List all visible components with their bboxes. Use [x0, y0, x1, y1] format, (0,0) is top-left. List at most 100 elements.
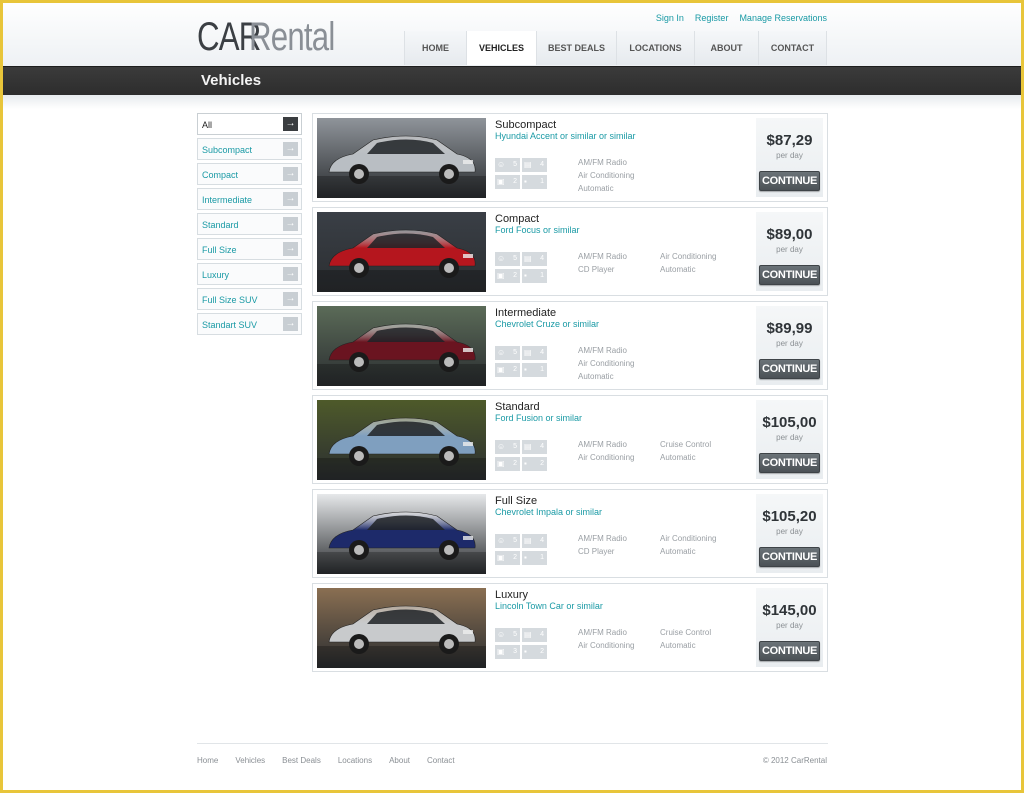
sidebar-item-all[interactable]: All → [197, 113, 302, 135]
sidebar-item-full-size-suv[interactable]: Full Size SUV → [197, 288, 302, 310]
register-link[interactable]: Register [695, 13, 729, 23]
spec-large-bags: ▣ 3 [495, 645, 520, 659]
price-unit: per day [776, 621, 803, 630]
vehicle-model-link[interactable]: Lincoln Town Car or similar [495, 601, 603, 611]
continue-button[interactable]: CONTINUE [759, 641, 820, 661]
spec-doors: ▤ 4 [522, 252, 547, 266]
continue-button[interactable]: CONTINUE [759, 265, 820, 285]
spec-value: 5 [513, 443, 517, 450]
sign-in-link[interactable]: Sign In [656, 13, 684, 23]
sidebar-item-label: Standart SUV [202, 320, 258, 330]
logo-part2: Rental [249, 15, 335, 59]
door-icon: ▤ [524, 160, 532, 169]
car-image-icon [317, 306, 486, 386]
vehicle-card: Luxury Lincoln Town Car or similar ☺ 5 ▤ 4 ▣ 3 ▪… [312, 583, 828, 672]
spec-value: 1 [540, 366, 544, 373]
feature-text: AM/FM Radio [578, 628, 627, 637]
footer-link-locations[interactable]: Locations [338, 756, 372, 765]
vehicle-card: Intermediate Chevrolet Cruze or similar ☺ 5… [312, 301, 828, 390]
vehicle-photo[interactable] [317, 118, 486, 198]
vehicle-photo[interactable] [317, 494, 486, 574]
arrow-right-icon: → [283, 142, 298, 156]
feature-text: Air Conditioning [578, 453, 635, 462]
footer-link-about[interactable]: About [389, 756, 410, 765]
small-bag-icon: ▪ [524, 177, 527, 186]
spec-value: 3 [513, 648, 517, 655]
sidebar-item-label: Subcompact [202, 145, 253, 155]
logo-part1: CAR [197, 15, 261, 59]
footer-link-vehicles[interactable]: Vehicles [235, 756, 265, 765]
spec-passengers: ☺ 5 [495, 346, 520, 360]
feature-text: CD Player [578, 265, 615, 274]
spec-large-bags: ▣ 2 [495, 551, 520, 565]
feature-text: AM/FM Radio [578, 346, 627, 355]
feature-text: Cruise Control [660, 628, 712, 637]
vehicle-photo[interactable] [317, 588, 486, 668]
sidebar-item-luxury[interactable]: Luxury → [197, 263, 302, 285]
nav-about[interactable]: ABOUT [695, 31, 759, 65]
continue-button[interactable]: CONTINUE [759, 359, 820, 379]
vehicle-model-link[interactable]: Chevrolet Impala or similar [495, 507, 602, 517]
vehicle-specs: ☺ 5 ▤ 4 ▣ 2 ▪ 2 [495, 440, 547, 471]
vehicle-model-link[interactable]: Ford Fusion or similar [495, 413, 582, 423]
price-box: $105,20 per day CONTINUE [756, 494, 823, 573]
vehicle-model-link[interactable]: Ford Focus or similar [495, 225, 580, 235]
car-image-icon [317, 118, 486, 198]
spec-value: 2 [540, 648, 544, 655]
passenger-icon: ☺ [497, 536, 506, 545]
sidebar-item-subcompact[interactable]: Subcompact → [197, 138, 302, 160]
sidebar-item-full-size[interactable]: Full Size → [197, 238, 302, 260]
vehicle-model-link[interactable]: Chevrolet Cruze or similar [495, 319, 599, 329]
large-bag-icon: ▣ [497, 271, 505, 280]
vehicle-model-link[interactable]: Hyundai Accent or similar or similar [495, 131, 636, 141]
feature-text: CD Player [578, 547, 615, 556]
sidebar-item-intermediate[interactable]: Intermediate → [197, 188, 302, 210]
continue-button[interactable]: CONTINUE [759, 547, 820, 567]
site-logo[interactable]: CAR Rental [197, 14, 359, 58]
nav-locations[interactable]: LOCATIONS [617, 31, 695, 65]
sidebar-item-standard[interactable]: Standard → [197, 213, 302, 235]
sidebar-item-standart-suv[interactable]: Standart SUV → [197, 313, 302, 335]
passenger-icon: ☺ [497, 442, 506, 451]
continue-button[interactable]: CONTINUE [759, 453, 820, 473]
vehicle-photo[interactable] [317, 306, 486, 386]
vehicle-photo[interactable] [317, 400, 486, 480]
nav-vehicles[interactable]: VEHICLES [467, 31, 537, 65]
spec-passengers: ☺ 5 [495, 158, 520, 172]
nav-home[interactable]: HOME [405, 31, 467, 65]
large-bag-icon: ▣ [497, 365, 505, 374]
footer-link-home[interactable]: Home [197, 756, 218, 765]
nav-best-deals[interactable]: BEST DEALS [537, 31, 617, 65]
small-bag-icon: ▪ [524, 271, 527, 280]
spec-value: 1 [540, 554, 544, 561]
passenger-icon: ☺ [497, 348, 506, 357]
spec-value: 4 [540, 349, 544, 356]
arrow-right-icon: → [283, 267, 298, 281]
vehicle-photo[interactable] [317, 212, 486, 292]
vehicle-list: Subcompact Hyundai Accent or similar or s… [312, 113, 828, 677]
continue-button[interactable]: CONTINUE [759, 171, 820, 191]
spec-value: 5 [513, 349, 517, 356]
spec-small-bags: ▪ 1 [522, 269, 547, 283]
feature-text: Air Conditioning [660, 252, 717, 261]
price-box: $105,00 per day CONTINUE [756, 400, 823, 479]
sidebar-item-compact[interactable]: Compact → [197, 163, 302, 185]
arrow-right-icon: → [283, 242, 298, 256]
arrow-right-icon: → [283, 317, 298, 331]
manage-reservations-link[interactable]: Manage Reservations [739, 13, 827, 23]
arrow-right-icon: → [283, 192, 298, 206]
footer-link-best-deals[interactable]: Best Deals [282, 756, 321, 765]
nav-contact[interactable]: CONTACT [759, 31, 827, 65]
main-nav: HOME VEHICLES BEST DEALS LOCATIONS ABOUT… [404, 31, 827, 65]
spec-doors: ▤ 4 [522, 158, 547, 172]
price-value: $89,99 [766, 320, 813, 337]
sidebar-item-label: Standard [202, 220, 239, 230]
vehicle-class: Subcompact [495, 119, 557, 131]
sidebar-item-label: Compact [202, 170, 239, 180]
footer-link-contact[interactable]: Contact [427, 756, 455, 765]
band-shadow [0, 95, 1024, 109]
price-unit: per day [776, 433, 803, 442]
spec-value: 2 [513, 554, 517, 561]
spec-passengers: ☺ 5 [495, 628, 520, 642]
vehicle-card: Standard Ford Fusion or similar ☺ 5 ▤ 4 ▣ 2 ▪ 2 AM… [312, 395, 828, 484]
